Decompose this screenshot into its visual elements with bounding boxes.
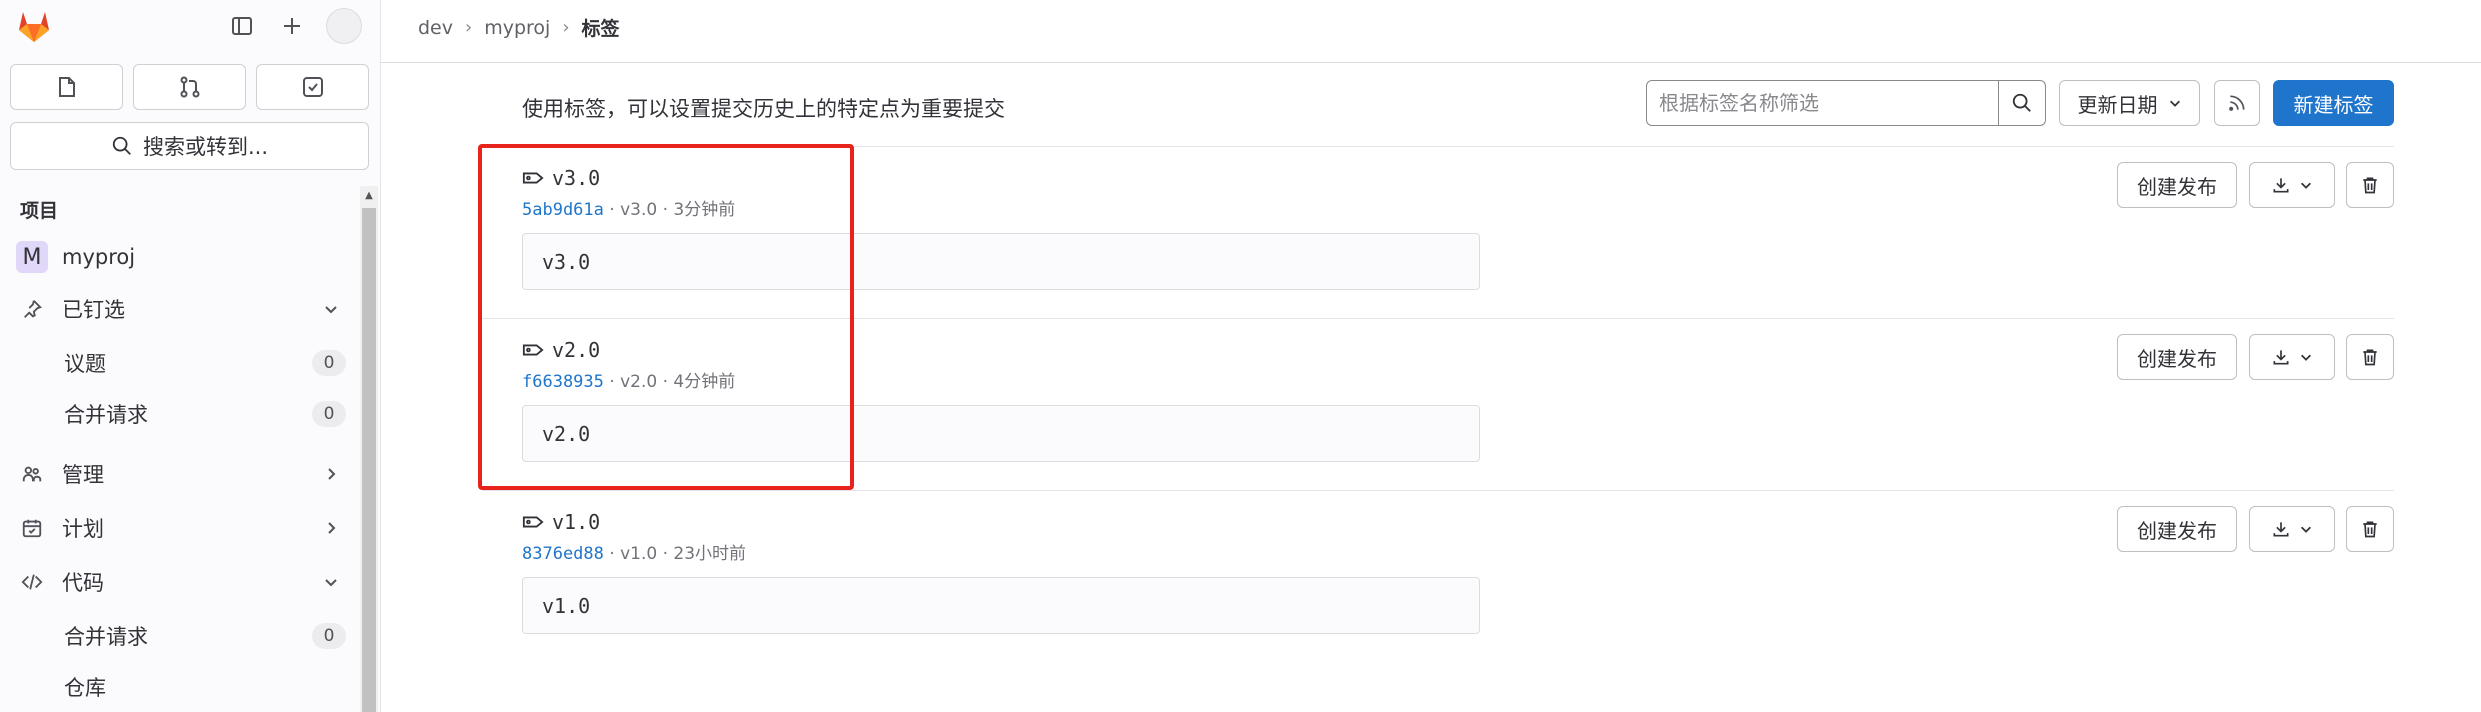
breadcrumb: dev › myproj › 标签 bbox=[418, 14, 620, 41]
breadcrumb-current[interactable]: 标签 bbox=[582, 14, 620, 41]
download-icon bbox=[2271, 175, 2291, 195]
breadcrumb-separator-icon: › bbox=[562, 17, 570, 38]
chevron-down-icon bbox=[2299, 178, 2313, 192]
issues-icon bbox=[55, 75, 79, 99]
sidebar-item-project[interactable]: M myproj bbox=[10, 233, 346, 281]
merge-requests-count-badge: 0 bbox=[312, 401, 346, 427]
sidebar-item-repository[interactable]: 仓库 bbox=[10, 663, 346, 711]
plan-label: 计划 bbox=[62, 517, 104, 541]
sidebar-item-label: 仓库 bbox=[64, 676, 106, 700]
delete-tag-button[interactable] bbox=[2346, 162, 2394, 208]
new-tag-button[interactable]: 新建标签 bbox=[2273, 80, 2394, 126]
pin-icon bbox=[10, 298, 54, 320]
sidebar-item-manage[interactable]: 管理 bbox=[10, 450, 346, 498]
create-release-button[interactable]: 创建发布 bbox=[2117, 334, 2237, 380]
create-release-button[interactable]: 创建发布 bbox=[2117, 162, 2237, 208]
highlight-box bbox=[478, 144, 854, 490]
project-name: myproj bbox=[62, 245, 136, 269]
search-label: 搜索或转到... bbox=[142, 135, 269, 159]
calendar-icon bbox=[10, 517, 54, 539]
top-header bbox=[381, 0, 2481, 63]
tag-search-input[interactable] bbox=[1647, 81, 1998, 125]
breadcrumb-separator-icon: › bbox=[465, 17, 473, 38]
chevron-down-icon bbox=[2299, 522, 2313, 536]
breadcrumb-group-link[interactable]: dev bbox=[418, 17, 453, 39]
chevron-right-icon bbox=[316, 520, 346, 536]
issues-button[interactable] bbox=[10, 64, 123, 110]
merge-request-icon bbox=[178, 75, 202, 99]
delete-tag-button[interactable] bbox=[2346, 334, 2394, 380]
sidebar-item-issues[interactable]: 议题 0 bbox=[10, 339, 346, 387]
tag-search-button[interactable] bbox=[1998, 81, 2045, 125]
trash-icon bbox=[2360, 519, 2380, 539]
tag-name[interactable]: v1.0 bbox=[552, 510, 600, 534]
sidebar-item-pinned[interactable]: 已钉选 bbox=[10, 285, 346, 333]
gitlab-logo[interactable] bbox=[14, 6, 54, 46]
chevron-down-icon bbox=[316, 574, 346, 590]
sidebar-item-code-merge-requests[interactable]: 合并请求 0 bbox=[10, 612, 346, 660]
users-icon bbox=[10, 463, 54, 485]
divider bbox=[482, 490, 2394, 491]
sidebar-item-label: 合并请求 bbox=[64, 625, 148, 649]
tag-filter bbox=[1646, 80, 2046, 126]
download-dropdown[interactable] bbox=[2249, 334, 2335, 380]
chevron-down-icon bbox=[316, 301, 346, 317]
sort-dropdown[interactable]: 更新日期 bbox=[2059, 80, 2200, 126]
sidebar-scrollbar-thumb[interactable] bbox=[362, 208, 376, 712]
todo-button[interactable] bbox=[256, 64, 369, 110]
code-label: 代码 bbox=[62, 571, 104, 595]
sidebar-toggle-icon[interactable] bbox=[222, 6, 262, 46]
pinned-label: 已钉选 bbox=[62, 298, 125, 322]
create-release-button[interactable]: 创建发布 bbox=[2117, 506, 2237, 552]
chevron-down-icon bbox=[2168, 96, 2182, 110]
todo-icon bbox=[301, 75, 325, 99]
merge-requests-button[interactable] bbox=[133, 64, 246, 110]
download-icon bbox=[2271, 347, 2291, 367]
tag-icon bbox=[522, 514, 544, 530]
trash-icon bbox=[2360, 347, 2380, 367]
tag-meta-text: · v1.0 · 23小时前 bbox=[603, 544, 747, 564]
commit-sha-link[interactable]: 8376ed88 bbox=[522, 544, 604, 564]
download-icon bbox=[2271, 519, 2291, 539]
tag-message: v1.0 bbox=[522, 577, 1480, 634]
manage-label: 管理 bbox=[62, 463, 104, 487]
rss-icon bbox=[2227, 93, 2247, 113]
sidebar-item-merge-requests[interactable]: 合并请求 0 bbox=[10, 390, 346, 438]
page-description: 使用标签，可以设置提交历史上的特定点为重要提交 bbox=[522, 97, 1005, 121]
scroll-up-arrow-icon[interactable]: ▲ bbox=[362, 188, 376, 204]
tag-title[interactable]: v1.0 bbox=[522, 510, 600, 534]
project-section-title: 项目 bbox=[20, 200, 59, 222]
tag-row: v1.0 bbox=[522, 510, 600, 534]
sidebar-item-plan[interactable]: 计划 bbox=[10, 504, 346, 552]
sort-label: 更新日期 bbox=[2077, 92, 2158, 117]
issues-count-badge: 0 bbox=[312, 350, 346, 376]
breadcrumb-project-link[interactable]: myproj bbox=[484, 17, 550, 39]
sidebar-item-label: 议题 bbox=[64, 352, 106, 376]
rss-button[interactable] bbox=[2214, 80, 2260, 126]
download-dropdown[interactable] bbox=[2249, 506, 2335, 552]
chevron-down-icon bbox=[2299, 350, 2313, 364]
sidebar-item-label: 合并请求 bbox=[64, 403, 148, 427]
project-avatar: M bbox=[16, 241, 48, 273]
plus-icon[interactable] bbox=[272, 6, 312, 46]
search-icon bbox=[111, 135, 133, 157]
chevron-right-icon bbox=[316, 466, 346, 482]
sidebar-item-code[interactable]: 代码 bbox=[10, 558, 346, 606]
search-or-goto-button[interactable]: 搜索或转到... bbox=[10, 122, 369, 170]
user-avatar[interactable] bbox=[326, 8, 362, 44]
tag-meta: 8376ed88 · v1.0 · 23小时前 bbox=[522, 539, 746, 564]
sidebar: 搜索或转到... 项目 M myproj 已钉选 议题 0 合并请求 0 管理 … bbox=[0, 0, 381, 712]
delete-tag-button[interactable] bbox=[2346, 506, 2394, 552]
search-icon bbox=[2011, 92, 2033, 114]
trash-icon bbox=[2360, 175, 2380, 195]
code-icon bbox=[10, 571, 54, 593]
code-merge-requests-count-badge: 0 bbox=[312, 623, 346, 649]
download-dropdown[interactable] bbox=[2249, 162, 2335, 208]
